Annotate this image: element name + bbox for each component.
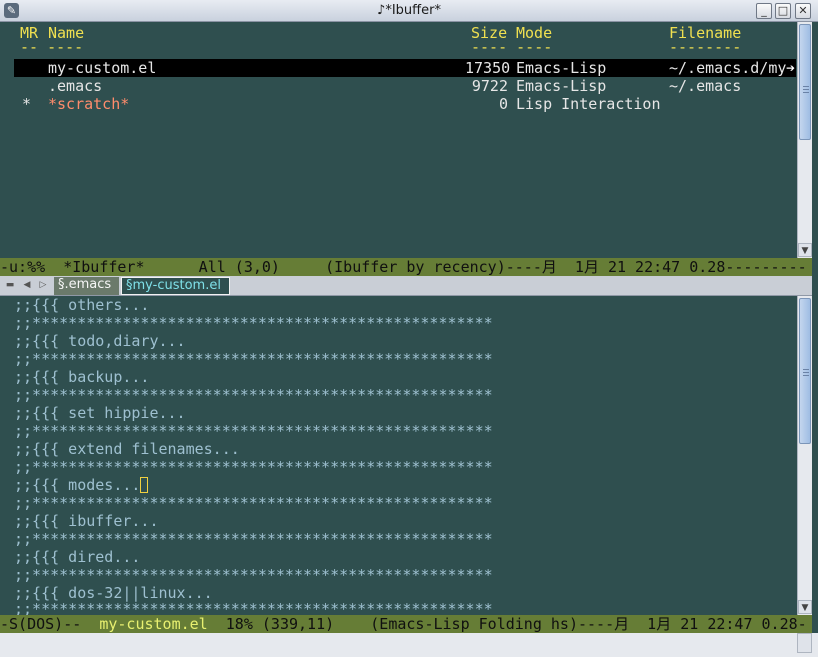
window-bottom-frame — [0, 633, 818, 657]
editor-modeline[interactable]: -S(DOS)-- my-custom.el 18% (339,11) (Ema… — [0, 615, 812, 633]
code-line[interactable]: ;;**************************************… — [14, 530, 493, 548]
buffer-row-mode: Lisp Interaction — [516, 95, 661, 113]
buffer-row-filename: ~/.emacs.d/my — [669, 59, 787, 77]
header-underline-size-mode: ---- ---- — [471, 38, 553, 56]
modeline-status: 18% (339,11) (Emacs-Lisp Folding hs)----… — [207, 615, 807, 633]
code-line[interactable]: ;;**************************************… — [14, 494, 493, 512]
buffer-row-size: 9722 — [471, 77, 508, 95]
close-button[interactable]: ✕ — [795, 3, 811, 19]
ibuffer-scrollbar[interactable]: ▼ — [797, 22, 812, 258]
scroll-corner — [797, 633, 812, 653]
modeline-buffer-name[interactable]: my-custom.el — [99, 615, 207, 633]
scrollbar-thumb[interactable] — [799, 298, 811, 444]
code-line[interactable]: ;;**************************************… — [14, 314, 493, 332]
code-line[interactable]: ;;{{{ backup... — [14, 368, 149, 386]
code-line[interactable]: ;;**************************************… — [14, 350, 493, 368]
buffer-row-size: 0 — [498, 95, 508, 113]
window-title: ♪*Ibuffer* — [377, 3, 441, 18]
tab-scroll-right-icon[interactable]: ▷ — [37, 279, 49, 292]
text-cursor — [140, 477, 149, 493]
code-line[interactable]: ;;{{{ extend filenames... — [14, 440, 240, 458]
header-underline-filename: -------- — [669, 38, 742, 56]
code-line[interactable]: ;;**************************************… — [14, 566, 493, 584]
header-underline-mr-name: -- ---- — [20, 38, 84, 56]
buffer-row-mode: Emacs-Lisp — [516, 59, 607, 77]
tab-bar[interactable]: ▬ ◀ ▷ §.emacs §my-custom.el — [0, 276, 812, 296]
tab-my-custom-el[interactable]: §my-custom.el — [121, 277, 230, 295]
tab-scroll-left-icon[interactable]: ◀ — [21, 279, 33, 292]
truncation-arrow-icon: ➔ — [786, 59, 796, 77]
code-line[interactable]: ;;{{{ todo,diary... — [14, 332, 186, 350]
ibuffer-pane[interactable]: MR Name Size Mode Filename -- ---- ---- … — [0, 22, 797, 258]
code-line-text: ;;{{{ modes... — [14, 476, 141, 494]
scroll-down-arrow-icon[interactable]: ▼ — [798, 600, 812, 614]
code-line-current[interactable]: ;;{{{ modes... — [14, 476, 149, 494]
modeline-prefix: -S(DOS)-- — [0, 615, 100, 633]
code-line[interactable]: ;;**************************************… — [14, 422, 493, 440]
buffer-row-filename: ~/.emacs — [669, 77, 742, 95]
code-line[interactable]: ;;{{{ dired... — [14, 548, 140, 566]
code-line[interactable]: ;;**************************************… — [14, 458, 493, 476]
buffer-row-mark: * — [22, 95, 32, 113]
buffer-row-size: 17350 — [465, 59, 511, 77]
minimize-button[interactable]: _ — [756, 3, 772, 19]
code-line[interactable]: ;;**************************************… — [14, 386, 493, 404]
scroll-down-arrow-icon[interactable]: ▼ — [798, 243, 812, 257]
buffer-row-mode: Emacs-Lisp — [516, 77, 607, 95]
tab-menu-icon[interactable]: ▬ — [4, 279, 16, 292]
ibuffer-modeline[interactable]: -u:%% *Ibuffer* All (3,0) (Ibuffer by re… — [0, 258, 812, 276]
scrollbar-thumb[interactable] — [799, 24, 811, 140]
editor-pane[interactable]: ;;{{{ others... ;;**********************… — [0, 296, 797, 615]
buffer-row-name[interactable]: my-custom.el — [48, 59, 156, 77]
code-line[interactable]: ;;**************************************… — [14, 600, 493, 615]
code-line[interactable]: ;;{{{ ibuffer... — [14, 512, 159, 530]
buffer-row-name[interactable]: .emacs — [48, 77, 102, 95]
tab-emacs[interactable]: §.emacs — [54, 277, 119, 295]
editor-scrollbar[interactable]: ▼ — [797, 296, 812, 615]
maximize-button[interactable]: □ — [775, 3, 791, 19]
window-titlebar[interactable]: ✎ ♪*Ibuffer* _ □ ✕ — [0, 0, 818, 22]
buffer-row-name[interactable]: *scratch* — [48, 95, 129, 113]
code-line[interactable]: ;;{{{ others... — [14, 296, 149, 314]
code-line[interactable]: ;;{{{ set hippie... — [14, 404, 186, 422]
